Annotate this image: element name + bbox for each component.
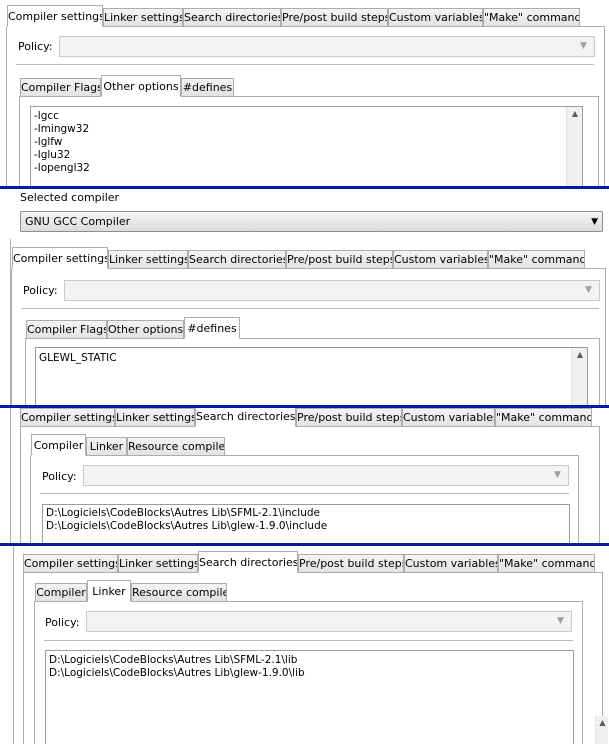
tab-make-commands[interactable]: "Make" commands: [498, 554, 595, 573]
tab-other-options[interactable]: Other options: [101, 75, 181, 97]
tab-make-commands[interactable]: "Make" commands: [495, 408, 592, 427]
tab-pre-post-build-steps[interactable]: Pre/post build steps: [298, 554, 404, 573]
selected-compiler-value: GNU GCC Compiler: [25, 215, 131, 228]
policy-combo[interactable]: ▼: [83, 465, 569, 486]
policy-label: Policy:: [42, 470, 77, 483]
linker-dirs-list[interactable]: D:\Logiciels\CodeBlocks\Autres Lib\SFML-…: [45, 650, 574, 744]
selected-compiler-combo[interactable]: GNU GCC Compiler ▼: [20, 211, 603, 232]
panel-search-compiler: Compiler settings Linker settings Search…: [0, 408, 609, 543]
panel-defines: Selected compiler GNU GCC Compiler ▼ Com…: [0, 189, 609, 405]
selected-compiler-label: Selected compiler: [20, 191, 120, 204]
tab-linker-settings[interactable]: Linker settings: [108, 250, 188, 269]
scroll-up-arrow-icon[interactable]: ▲: [567, 109, 582, 118]
tab-custom-variables[interactable]: Custom variables: [388, 8, 483, 27]
tab-search-resource-compiler[interactable]: Resource compiler: [131, 583, 227, 602]
tab-compiler-settings[interactable]: Compiler settings: [20, 408, 115, 427]
tab-other-options[interactable]: Other options: [107, 320, 184, 339]
vertical-scrollbar[interactable]: ▲: [571, 348, 587, 405]
panel-compiler-other-options: Compiler settings Linker settings Search…: [0, 0, 609, 186]
tab-custom-variables[interactable]: Custom variables: [404, 554, 498, 573]
vertical-scrollbar[interactable]: ▲: [595, 716, 608, 744]
tab-search-resource-compiler[interactable]: Resource compiler: [127, 437, 225, 456]
left-edge: [13, 546, 14, 744]
policy-label: Policy:: [18, 40, 53, 53]
tab-search-linker[interactable]: Linker: [87, 580, 131, 602]
policy-label: Policy:: [45, 616, 80, 629]
tab-search-directories[interactable]: Search directories: [198, 551, 298, 573]
divider: [44, 640, 573, 641]
tab-search-compiler[interactable]: Compiler: [31, 434, 86, 456]
other-options-textarea[interactable]: -lgcc -lmingw32 -lglfw -lglu32 -lopengl3…: [30, 106, 583, 186]
policy-combo[interactable]: ▼: [86, 611, 572, 632]
tab-linker-settings[interactable]: Linker settings: [103, 8, 183, 27]
chevron-down-icon: ▼: [580, 41, 587, 51]
option-line: -lglfw: [34, 136, 63, 148]
tab-linker-settings[interactable]: Linker settings: [115, 408, 195, 427]
policy-combo[interactable]: ▼: [64, 280, 600, 301]
policy-label: Policy:: [23, 284, 58, 297]
tab-search-directories[interactable]: Search directories: [183, 8, 281, 27]
divider: [21, 308, 599, 309]
chevron-down-icon: ▼: [591, 217, 598, 227]
scroll-up-arrow-icon[interactable]: ▲: [572, 350, 587, 359]
define-line: GLEWL_STATIC: [39, 352, 117, 364]
option-line: -lmingw32: [34, 123, 90, 135]
option-line: -lgcc: [34, 110, 59, 122]
tab-pre-post-build-steps[interactable]: Pre/post build steps: [286, 250, 393, 269]
chevron-down-icon: ▼: [585, 285, 592, 295]
tab-make-commands[interactable]: "Make" commands: [488, 250, 585, 269]
tab-pre-post-build-steps[interactable]: Pre/post build steps: [281, 8, 388, 27]
tab-make-commands[interactable]: "Make" commands: [483, 8, 580, 27]
tab-compiler-settings[interactable]: Compiler settings: [23, 554, 118, 573]
chevron-down-icon: ▼: [557, 616, 564, 626]
tab-search-compiler[interactable]: Compiler: [35, 583, 87, 602]
dir-item[interactable]: D:\Logiciels\CodeBlocks\Autres Lib\glew-…: [46, 520, 327, 532]
divider: [16, 64, 594, 65]
compiler-dirs-list[interactable]: D:\Logiciels\CodeBlocks\Autres Lib\SFML-…: [42, 504, 570, 543]
dir-item[interactable]: D:\Logiciels\CodeBlocks\Autres Lib\glew-…: [49, 667, 305, 679]
tab-search-directories[interactable]: Search directories: [195, 408, 296, 427]
dir-item[interactable]: D:\Logiciels\CodeBlocks\Autres Lib\SFML-…: [46, 507, 320, 519]
option-line: -lopengl32: [34, 162, 90, 174]
dir-item[interactable]: D:\Logiciels\CodeBlocks\Autres Lib\SFML-…: [49, 654, 297, 666]
tab-custom-variables[interactable]: Custom variables: [402, 408, 495, 427]
tab-pre-post-build-steps[interactable]: Pre/post build steps: [296, 408, 402, 427]
tab-compiler-flags[interactable]: Compiler Flags: [26, 320, 107, 339]
tab-compiler-settings[interactable]: Compiler settings: [12, 247, 108, 269]
divider: [40, 493, 569, 494]
chevron-down-icon: ▼: [554, 470, 561, 480]
tab-compiler-settings[interactable]: Compiler settings: [7, 5, 103, 27]
policy-combo[interactable]: ▼: [59, 36, 595, 57]
option-line: -lglu32: [34, 149, 71, 161]
tab-search-directories[interactable]: Search directories: [188, 250, 286, 269]
vertical-scrollbar[interactable]: ▲: [566, 107, 582, 186]
tab-compiler-flags[interactable]: Compiler Flags: [20, 78, 101, 97]
tab-defines[interactable]: #defines: [181, 78, 234, 97]
left-edge: [10, 408, 11, 543]
scroll-up-arrow-icon[interactable]: ▲: [596, 718, 609, 727]
tab-linker-settings[interactable]: Linker settings: [118, 554, 198, 573]
defines-textarea[interactable]: GLEWL_STATIC ▲: [35, 347, 588, 405]
tab-custom-variables[interactable]: Custom variables: [393, 250, 488, 269]
tab-search-linker[interactable]: Linker: [86, 437, 127, 456]
panel-search-linker: Compiler settings Linker settings Search…: [0, 546, 609, 744]
tab-defines[interactable]: #defines: [184, 317, 240, 339]
